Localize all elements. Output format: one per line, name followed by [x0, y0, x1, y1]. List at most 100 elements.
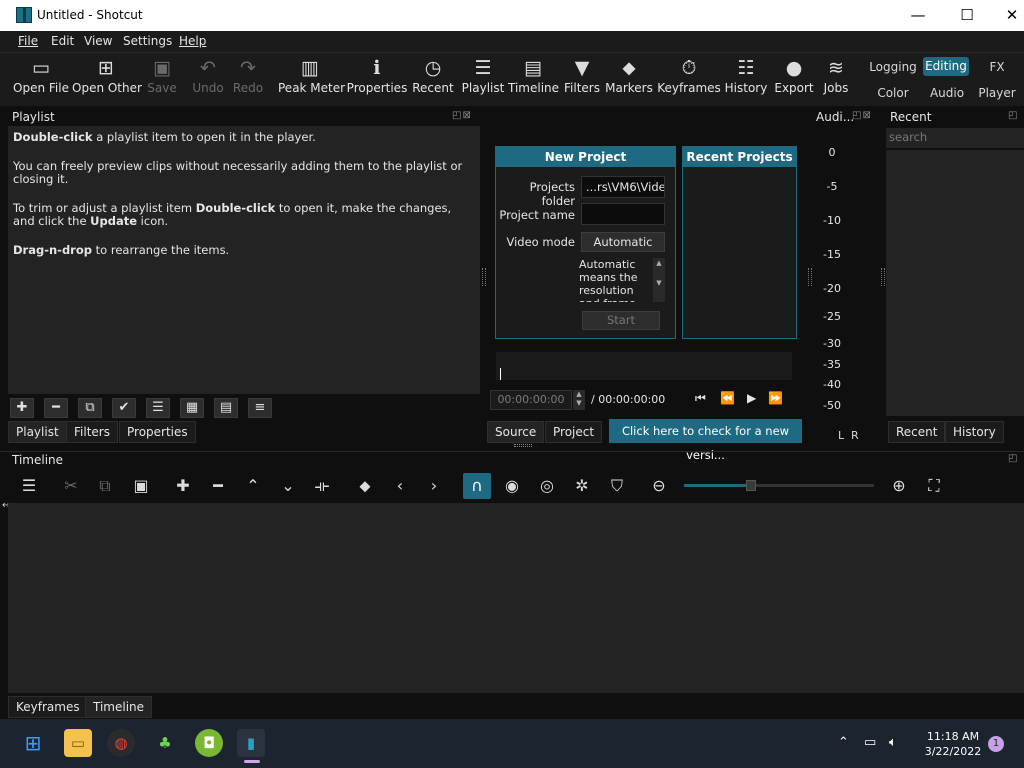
remove-icon[interactable]: ━ [44, 398, 68, 418]
undo-button[interactable]: ↶ Undo [186, 53, 230, 106]
zoom-fit-icon[interactable]: ⛶ [921, 475, 947, 497]
menu-edit[interactable]: Edit [51, 34, 74, 48]
zoom-slider-handle[interactable] [746, 480, 756, 491]
layout-fx[interactable]: FX [980, 59, 1014, 77]
notification-badge[interactable]: 1 [988, 736, 1004, 752]
tab-filters[interactable]: Filters [66, 421, 118, 443]
android-app-icon[interactable]: ◘ [195, 729, 223, 757]
playlist-menu-icon[interactable]: ≡ [248, 398, 272, 418]
paste-icon[interactable]: ▣ [128, 475, 154, 497]
app-tree-icon[interactable]: ♣ [151, 729, 179, 757]
project-name-field[interactable] [581, 203, 665, 225]
splitter-handle[interactable] [482, 268, 486, 286]
tab-project[interactable]: Project [545, 421, 603, 443]
keyframes-button[interactable]: ⏱ Keyframes [657, 53, 721, 106]
play-icon[interactable]: ▶ [747, 391, 756, 405]
volume-icon[interactable]: 🔈︎ [889, 735, 897, 750]
video-mode-select[interactable]: Automatic [581, 232, 665, 252]
minimize-icon[interactable]: — [895, 0, 941, 31]
layout-audio[interactable]: Audio [924, 86, 970, 100]
tab-timeline[interactable]: Timeline [85, 696, 153, 718]
chrome-icon[interactable]: ◍ [107, 729, 135, 757]
maximize-icon[interactable]: ☐ [944, 0, 990, 31]
check-update-button[interactable]: Click here to check for a new versi... [609, 419, 802, 462]
clock[interactable]: 11:18 AM 3/22/2022 [922, 729, 984, 759]
peak-meter-button[interactable]: ▥ Peak Meter [278, 53, 345, 106]
tab-playlist[interactable]: Playlist [8, 421, 67, 443]
recent-search-input[interactable]: search [886, 128, 1024, 148]
chevron-up-icon[interactable]: ⌃ [838, 735, 849, 750]
open-file-button[interactable]: ▭ Open File [10, 53, 72, 106]
splitter-handle[interactable] [881, 268, 885, 286]
network-icon[interactable]: ▭ [864, 735, 876, 750]
layout-editing[interactable]: Editing [923, 57, 969, 76]
tab-history[interactable]: History [945, 421, 1004, 443]
menu-file[interactable]: File [18, 34, 38, 48]
playlist-button[interactable]: ☰ Playlist [460, 53, 506, 106]
fast-forward-icon[interactable]: ⏩ [768, 391, 783, 405]
splitter-handle[interactable] [514, 444, 532, 447]
timeline-tracks-area[interactable] [8, 503, 1024, 693]
zoom-in-icon[interactable]: ⊕ [886, 475, 912, 497]
close-icon[interactable]: ✕ [989, 0, 1024, 31]
history-button[interactable]: ☷ History [724, 53, 768, 106]
filters-button[interactable]: ▼ Filters [560, 53, 604, 106]
copy-icon[interactable]: ⧉ [92, 475, 118, 497]
markers-button[interactable]: ⬥ Markers [604, 53, 654, 106]
timeline-menu-icon[interactable]: ☰ [16, 475, 42, 497]
ripple-delete-icon[interactable]: ━ [205, 475, 231, 497]
projects-folder-field[interactable]: ...rs\VM6\Videos [581, 176, 665, 198]
details-view-icon[interactable]: ☰ [146, 398, 170, 418]
timeline-button[interactable]: ▤ Timeline [508, 53, 559, 106]
export-button[interactable]: ● Export [772, 53, 816, 106]
add-icon[interactable]: ✚ [10, 398, 34, 418]
tab-recent[interactable]: Recent [888, 421, 946, 443]
split-icon[interactable]: ⟛ [309, 475, 335, 497]
tab-properties[interactable]: Properties [119, 421, 196, 443]
zoom-out-icon[interactable]: ⊖ [646, 475, 672, 497]
layout-color[interactable]: Color [870, 86, 916, 100]
update-icon[interactable]: ⧉ [78, 398, 102, 418]
properties-button[interactable]: ℹ Properties [346, 53, 408, 106]
recent-list[interactable] [886, 150, 1024, 416]
previous-marker-icon[interactable]: ‹ [387, 475, 413, 497]
redo-button[interactable]: ↷ Redo [226, 53, 270, 106]
shotcut-taskbar-icon[interactable]: ▮ [237, 729, 265, 757]
tiles-view-icon[interactable]: ▦ [180, 398, 204, 418]
jobs-button[interactable]: ≋ Jobs [816, 53, 856, 106]
open-other-button[interactable]: ⊞ Open Other [72, 53, 142, 106]
menu-settings[interactable]: Settings [123, 34, 172, 48]
scrub-bar[interactable] [496, 352, 792, 380]
save-button[interactable]: ▣ Save [140, 53, 184, 106]
check-icon[interactable]: ✔ [112, 398, 136, 418]
skip-previous-icon[interactable]: ⏮ [695, 391, 706, 406]
description-scrollbar[interactable]: ▲ ▼ [653, 258, 665, 302]
timecode-field[interactable]: 00:00:00:00 [490, 390, 572, 410]
snap-magnet-icon[interactable]: ∩ [463, 473, 491, 499]
next-marker-icon[interactable]: › [421, 475, 447, 497]
file-explorer-icon[interactable]: ▭ [64, 729, 92, 757]
timecode-spinner[interactable]: ▲ ▼ [573, 390, 585, 410]
start-menu-icon[interactable]: ⊞ [19, 729, 47, 757]
recent-button[interactable]: ◷ Recent [410, 53, 456, 106]
menu-help[interactable]: Help [179, 34, 206, 48]
layout-player[interactable]: Player [976, 86, 1018, 100]
cut-icon[interactable]: ✂ [58, 475, 84, 497]
tab-source[interactable]: Source [487, 421, 545, 443]
overwrite-icon[interactable]: ⌄ [275, 475, 301, 497]
marker-icon[interactable]: ⬥ [352, 475, 378, 497]
ripple-all-tracks-icon[interactable]: ✲ [569, 475, 595, 497]
ripple-markers-icon[interactable]: ⛉ [604, 475, 630, 497]
ripple-icon[interactable]: ◎ [534, 475, 560, 497]
playlist-dock-icons[interactable]: ◰⊠ [452, 110, 472, 121]
layout-logging[interactable]: Logging [868, 59, 918, 77]
menu-view[interactable]: View [84, 34, 112, 48]
icons-view-icon[interactable]: ▤ [214, 398, 238, 418]
timeline-dock-icons[interactable]: ◰ [1008, 453, 1018, 464]
recent-dock-icons[interactable]: ◰ [1008, 110, 1018, 121]
tab-keyframes[interactable]: Keyframes [8, 696, 88, 718]
rewind-icon[interactable]: ⏪ [720, 391, 735, 405]
append-icon[interactable]: ✚ [170, 475, 196, 497]
start-button[interactable]: Start [582, 311, 660, 330]
scrub-drag-icon[interactable]: ◉ [499, 475, 525, 497]
